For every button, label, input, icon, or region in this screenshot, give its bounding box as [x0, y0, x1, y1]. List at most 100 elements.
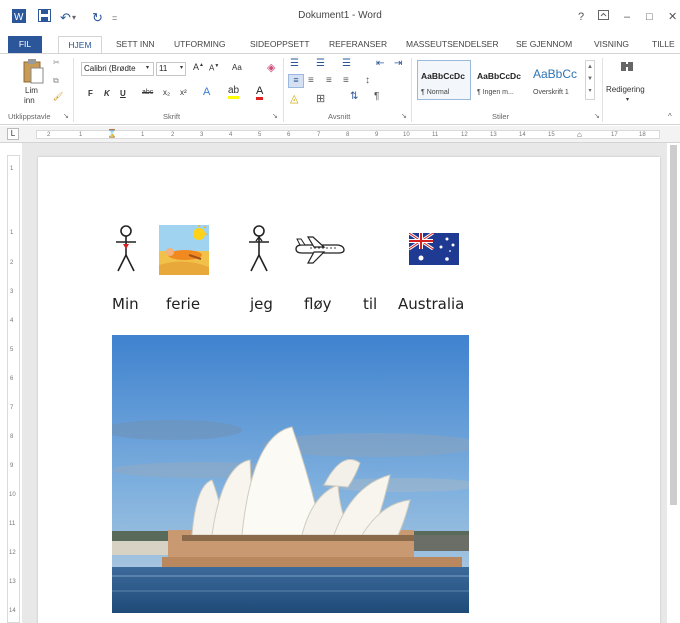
person-symbol-icon: [113, 225, 139, 277]
grow-font-icon[interactable]: A▲: [193, 62, 204, 72]
change-case-button[interactable]: Aa: [232, 63, 242, 72]
decrease-indent-icon[interactable]: ⇤: [376, 58, 384, 69]
bold-button[interactable]: F: [88, 89, 93, 98]
style-name: ¶ Normal: [421, 89, 450, 96]
tab-selector[interactable]: L: [7, 128, 19, 140]
styles-launcher-icon[interactable]: ↘: [594, 112, 600, 120]
font-launcher-icon[interactable]: ↘: [272, 112, 278, 120]
align-center-icon[interactable]: ≡: [308, 75, 314, 86]
text-effects-icon[interactable]: A: [203, 86, 210, 98]
close-button[interactable]: ✕: [668, 9, 677, 25]
font-group-label: Skrift: [163, 112, 181, 121]
tab-view[interactable]: VISNING: [594, 36, 629, 53]
ruler-number: 5: [258, 132, 262, 138]
font-color-icon[interactable]: A: [256, 86, 264, 100]
paste-icon[interactable]: [22, 58, 44, 86]
copy-icon[interactable]: ⧉: [53, 76, 59, 86]
tab-review[interactable]: SE GJENNOM: [516, 36, 572, 53]
style-preview: AaBbCc: [533, 67, 578, 81]
beach-holiday-icon: [159, 225, 209, 277]
help-button[interactable]: ?: [578, 9, 584, 25]
minimize-button[interactable]: –: [624, 9, 630, 25]
sort-icon[interactable]: ⇅: [350, 91, 358, 102]
shrink-font-icon[interactable]: A▼: [209, 63, 219, 73]
title-bar: W ↶ ▾ ↻ = Dokument1 - Word ? – □ ✕: [0, 0, 680, 36]
paragraph-launcher-icon[interactable]: ↘: [401, 112, 407, 120]
indent-marker-icon[interactable]: ⌛: [107, 129, 117, 138]
binoculars-icon[interactable]: [620, 60, 634, 75]
editing-button[interactable]: Redigering: [606, 85, 645, 94]
restore-button[interactable]: □: [646, 9, 653, 25]
scrollbar-thumb[interactable]: [670, 145, 677, 505]
style-preview: AaBbCcDc: [421, 71, 465, 81]
increase-indent-icon[interactable]: ⇥: [394, 58, 402, 69]
multilevel-list-icon[interactable]: ☰: [342, 58, 351, 69]
style-normal[interactable]: AaBbCcDc ¶ Normal: [417, 60, 471, 100]
paste-label[interactable]: Lim: [25, 86, 38, 95]
word-window: W ↶ ▾ ↻ = Dokument1 - Word ? – □ ✕ FIL H…: [0, 0, 680, 623]
ruler-number: 11: [9, 521, 16, 527]
ruler-number: 2: [171, 132, 175, 138]
tab-insert[interactable]: SETT INN: [116, 36, 155, 53]
style-no-spacing[interactable]: AaBbCcDc ¶ Ingen m...: [473, 60, 527, 100]
line-spacing-icon[interactable]: ↕: [365, 75, 370, 86]
shading-icon[interactable]: ◬: [290, 92, 298, 105]
subscript-button[interactable]: x₂: [163, 88, 170, 97]
ruler-number: 13: [9, 579, 16, 585]
ruler-number: 10: [403, 132, 410, 138]
chevron-down-icon[interactable]: ▾: [626, 96, 629, 103]
strikethrough-button[interactable]: abc: [142, 89, 153, 96]
symbol-word: ferie: [166, 295, 201, 313]
symbol-word: til: [363, 295, 378, 313]
borders-icon[interactable]: ⊞: [316, 92, 325, 105]
tab-layout[interactable]: SIDEOPPSETT: [250, 36, 310, 53]
ruler-number: 14: [519, 132, 526, 138]
show-formatting-icon[interactable]: ¶: [374, 91, 379, 102]
ruler-number: 7: [317, 132, 321, 138]
collapse-ribbon-icon[interactable]: ^: [668, 112, 672, 121]
symbol-word: Min: [112, 295, 139, 313]
ribbon-display-options-button[interactable]: [598, 9, 609, 25]
ruler-number: 2: [47, 132, 51, 138]
format-painter-icon[interactable]: 🖌: [53, 92, 63, 101]
ruler-number: 14: [9, 608, 16, 614]
styles-scroll[interactable]: ▲ ▼ ▾: [585, 60, 595, 100]
align-right-icon[interactable]: ≡: [326, 75, 332, 86]
chevron-down-icon[interactable]: ▾: [146, 64, 149, 71]
divider: [73, 58, 74, 122]
ruler-number: 9: [375, 132, 379, 138]
ruler-number: 5: [10, 347, 14, 353]
ruler-number: 11: [432, 132, 439, 138]
tab-home[interactable]: HJEM: [58, 36, 102, 54]
font-name-combo[interactable]: Calibri (Brødte: [81, 62, 154, 76]
chevron-down-icon[interactable]: ▾: [180, 64, 183, 71]
italic-button[interactable]: K: [104, 89, 110, 98]
ruler-track: 2 1 ⌛ 1 2 3 4 5 6 7 8 9 10 11 12 13 14 1…: [36, 129, 660, 139]
tab-mailings[interactable]: MASSEUTSENDELSER: [406, 36, 499, 53]
clear-formatting-icon[interactable]: ◈: [267, 61, 275, 74]
tab-references[interactable]: REFERANSER: [329, 36, 387, 53]
tab-addins[interactable]: TILLE: [652, 36, 675, 53]
underline-button[interactable]: U: [120, 89, 126, 98]
cut-icon[interactable]: ✂: [53, 58, 60, 67]
clipboard-launcher-icon[interactable]: ↘: [63, 112, 69, 120]
ribbon: Lim inn ✂ ⧉ 🖌 Utklippstavle ↘ Calibri (B…: [0, 53, 680, 125]
style-heading-1[interactable]: AaBbCc Overskrift 1: [529, 60, 583, 100]
highlight-icon[interactable]: ab: [228, 86, 240, 99]
numbering-icon[interactable]: ☰: [316, 58, 325, 69]
tab-design[interactable]: UTFORMING: [174, 36, 225, 53]
vertical-scrollbar[interactable]: [667, 143, 680, 623]
tab-file[interactable]: FIL: [8, 36, 42, 53]
document-page[interactable]: Min ferie jeg fløy til Australia: [38, 157, 660, 623]
sydney-opera-house-photo[interactable]: [112, 335, 469, 613]
superscript-button[interactable]: x²: [180, 88, 187, 97]
justify-icon[interactable]: ≡: [343, 75, 349, 86]
ruler-number: 9: [10, 463, 14, 469]
ruler-number: 3: [10, 289, 14, 295]
bullets-icon[interactable]: ☰: [290, 58, 299, 69]
align-left-button[interactable]: ≡: [288, 74, 304, 88]
right-indent-marker-icon[interactable]: ⌂: [577, 130, 582, 139]
paste-label-2[interactable]: inn: [24, 96, 35, 105]
vertical-ruler: 1 1 2 3 4 5 6 7 8 9 10 11 12 13 14: [7, 155, 20, 623]
ruler-number: 1: [10, 166, 14, 172]
